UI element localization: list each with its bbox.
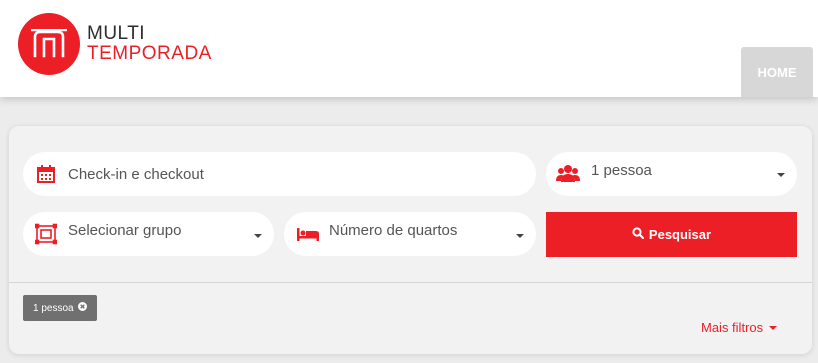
- filters-divider: [9, 282, 812, 283]
- rooms-select[interactable]: Número de quartos: [284, 212, 536, 256]
- search-icon: [632, 227, 644, 242]
- brand-line-1: MULTI: [87, 23, 146, 44]
- caret-down-icon: [777, 173, 785, 177]
- active-filter-label: 1 pessoa: [33, 302, 74, 314]
- guests-select[interactable]: 1 pessoa: [546, 152, 797, 196]
- brand-wordmark: MULTI TEMPORADA: [87, 24, 212, 64]
- site-header: MULTI TEMPORADA HOME: [0, 0, 818, 97]
- brand-logo[interactable]: MULTI TEMPORADA: [18, 13, 212, 75]
- caret-down-icon: [516, 234, 524, 238]
- caret-down-icon: [769, 325, 778, 330]
- rooms-placeholder: Número de quartos: [329, 222, 458, 239]
- logo-m-icon: [18, 13, 80, 75]
- search-button[interactable]: Pesquisar: [546, 212, 797, 257]
- nav-home-link[interactable]: HOME: [741, 47, 813, 97]
- more-filters-link[interactable]: Mais filtros: [701, 320, 778, 335]
- users-icon: [556, 163, 580, 185]
- group-placeholder: Selecionar grupo: [68, 222, 182, 239]
- brand-line-2: TEMPORADA: [87, 43, 212, 64]
- group-select-icon: [34, 223, 58, 245]
- guests-value: 1 pessoa: [591, 162, 652, 179]
- active-filter-tag[interactable]: 1 pessoa: [23, 295, 97, 321]
- close-icon[interactable]: [77, 302, 87, 314]
- calendar-icon: [35, 163, 57, 185]
- bed-icon: [296, 223, 319, 245]
- checkin-checkout-field[interactable]: Check-in e checkout: [23, 152, 536, 196]
- search-panel: Check-in e checkout 1 pessoa Selecionar …: [9, 126, 812, 354]
- checkin-checkout-placeholder: Check-in e checkout: [68, 166, 204, 183]
- caret-down-icon: [254, 234, 262, 238]
- group-select[interactable]: Selecionar grupo: [23, 212, 274, 256]
- search-button-label: Pesquisar: [648, 227, 712, 242]
- more-filters-label: Mais filtros: [701, 320, 764, 335]
